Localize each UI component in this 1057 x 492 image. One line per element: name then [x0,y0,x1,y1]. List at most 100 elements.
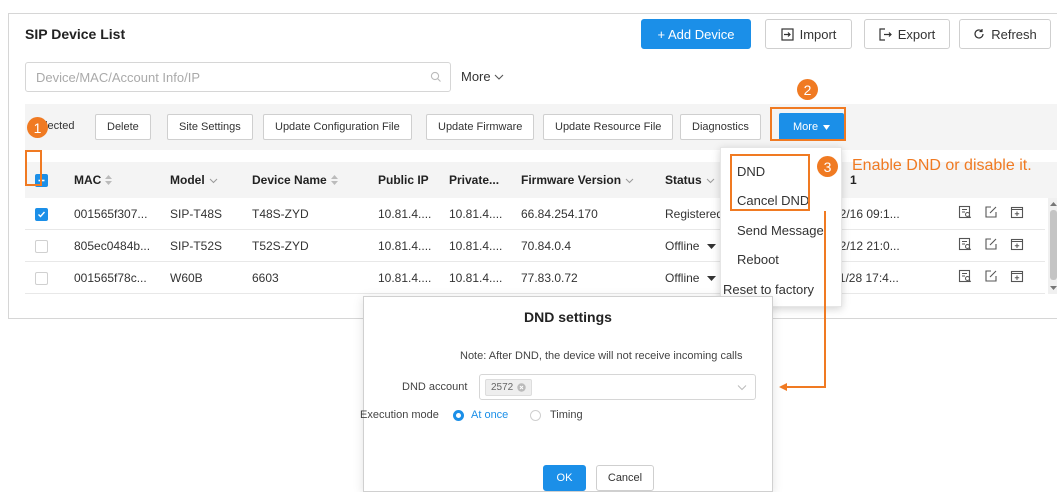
caret-down-icon [706,244,716,249]
connector-arrow-icon [779,383,787,391]
table-row[interactable]: 001565f78c... W60B 6603 10.81.4.... 10.8… [25,262,1045,294]
cell-status[interactable]: Offline [665,271,716,285]
cell-device-name: T48S-ZYD [252,207,309,221]
cell-device-name: 6603 [252,271,279,285]
column-status[interactable]: Status [665,173,715,187]
radio-at-once[interactable] [453,410,464,421]
connector-horizontal [784,386,826,388]
export-label: Export [897,26,936,42]
dnd-account-select[interactable]: 2572 [479,374,756,400]
cell-status: Registered [665,207,724,221]
site-settings-button[interactable]: Site Settings [167,114,253,140]
cell-public-ip: 10.81.4.... [378,207,432,221]
add-config-icon[interactable] [1010,269,1024,283]
edit-icon[interactable] [984,205,998,219]
sort-icon [330,175,338,185]
site-settings-label: Site Settings [179,121,241,133]
add-config-icon[interactable] [1010,237,1024,251]
highlight-dnd-options [730,154,810,211]
cell-firmware: 66.84.254.170 [521,207,598,221]
row-actions [958,269,1024,283]
view-details-icon[interactable] [958,237,972,251]
radio-timing[interactable] [530,410,541,421]
menu-item-reboot[interactable]: Reboot [737,252,779,267]
import-button[interactable]: Import [765,19,852,49]
cell-firmware: 77.83.0.72 [521,271,578,285]
row-checkbox[interactable] [35,272,48,285]
execution-mode-label: Execution mode [360,409,439,421]
add-device-label: + Add Device [657,26,735,42]
scroll-down-icon [1050,286,1057,290]
row-checkbox[interactable] [35,208,48,221]
cell-private-ip: 10.81.4.... [449,271,503,285]
menu-item-send-message[interactable]: Send Message [737,223,824,238]
dialog-note: Note: After DND, the device will not rec… [460,350,743,362]
add-config-icon[interactable] [1010,205,1024,219]
row-checkbox[interactable] [35,240,48,253]
dnd-account-label: DND account [402,381,468,393]
refresh-button[interactable]: Refresh [959,19,1051,49]
dialog-title: DND settings [524,309,612,325]
ok-button[interactable]: OK [543,465,586,491]
column-status-label: Status [665,173,702,187]
table-row[interactable]: 001565f307... SIP-T48S T48S-ZYD 10.81.4.… [25,198,1045,230]
search-input[interactable]: Device/MAC/Account Info/IP [25,62,451,92]
view-details-icon[interactable] [958,269,972,283]
column-model-label: Model [170,173,205,187]
scroll-thumb[interactable] [1050,210,1057,280]
cell-time: 11/28 17:4... [833,271,899,285]
column-private-ip: Private... [449,173,499,187]
edit-icon[interactable] [984,269,998,283]
update-configuration-label: Update Configuration File [275,121,400,133]
update-configuration-button[interactable]: Update Configuration File [263,114,412,140]
column-mac[interactable]: MAC [74,173,113,187]
export-button[interactable]: Export [864,19,950,49]
export-icon [879,27,892,41]
timing-label: Timing [550,409,583,421]
table-scrollbar[interactable] [1048,198,1057,294]
update-firmware-button[interactable]: Update Firmware [426,114,535,140]
account-tag-label: 2572 [491,382,514,393]
diagnostics-button[interactable]: Diagnostics [680,114,761,140]
row-actions [958,205,1024,219]
chevron-down-icon [737,385,747,391]
account-tag[interactable]: 2572 [485,379,533,396]
search-placeholder: Device/MAC/Account Info/IP [36,70,201,85]
delete-label: Delete [107,121,139,133]
cancel-button[interactable]: Cancel [596,465,654,491]
column-mac-label: MAC [74,173,102,187]
step-badge-1: 1 [27,117,48,138]
menu-item-reset-factory[interactable]: Reset to factory [723,282,814,297]
cell-time: 12/16 09:1... [833,207,900,221]
cell-mac: 805ec0484b... [74,239,151,253]
cell-mac: 001565f78c... [74,271,147,285]
column-firmware[interactable]: Firmware Version [521,173,634,187]
column-device-name[interactable]: Device Name [252,173,338,187]
page-title: SIP Device List [25,26,126,42]
delete-button[interactable]: Delete [95,114,151,140]
update-resource-button[interactable]: Update Resource File [543,114,674,140]
column-time-label: 1 [850,173,857,187]
cell-firmware: 70.84.0.4 [521,239,572,253]
diagnostics-label: Diagnostics [692,121,749,133]
more-filter-toggle[interactable]: More [461,69,504,84]
cell-private-ip: 10.81.4.... [449,207,503,221]
search-icon[interactable] [430,71,442,83]
column-model[interactable]: Model [170,173,218,187]
cell-mac: 001565f307... [74,207,148,221]
update-resource-label: Update Resource File [555,121,662,133]
refresh-icon [973,28,985,40]
add-device-button[interactable]: + Add Device [641,19,751,49]
table-row[interactable]: 805ec0484b... SIP-T52S T52S-ZYD 10.81.4.… [25,230,1045,262]
update-firmware-label: Update Firmware [438,121,523,133]
cell-time: 12/12 21:0... [833,239,900,253]
cell-model: SIP-T48S [170,207,223,221]
edit-icon[interactable] [984,237,998,251]
column-time: 1 [850,173,857,187]
highlight-more-button [770,107,846,141]
cell-status[interactable]: Offline [665,239,716,253]
column-private-ip-label: Private... [449,173,500,187]
chevron-down-icon [706,177,715,184]
view-details-icon[interactable] [958,205,972,219]
more-filter-label: More [461,69,491,84]
